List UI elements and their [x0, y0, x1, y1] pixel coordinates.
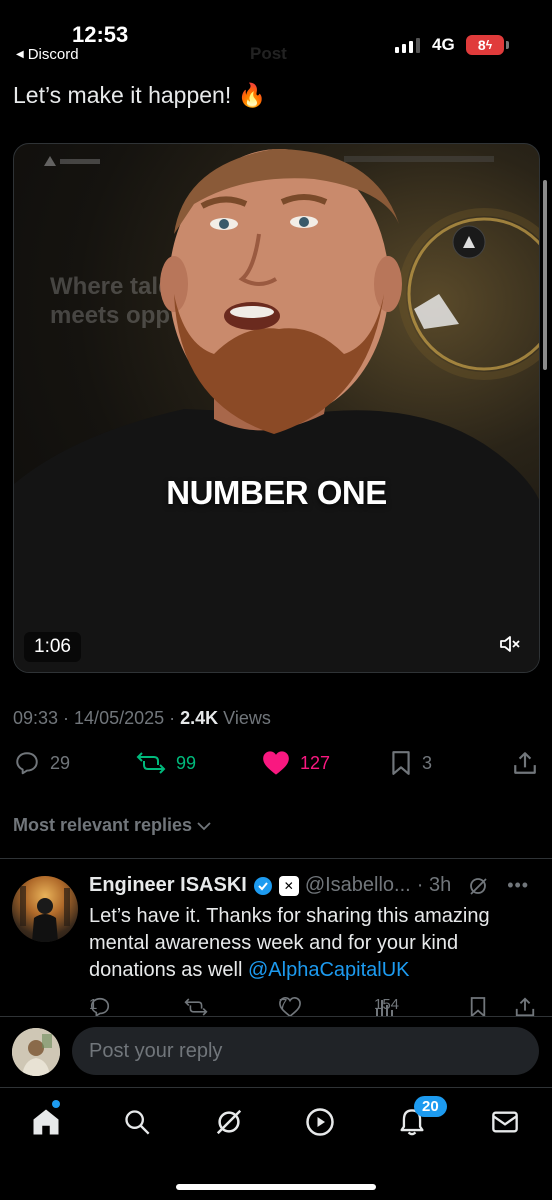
video-player[interactable]: Where tale meets opp NUMBER ONE 1:06	[13, 143, 540, 673]
reply-text: Let’s have it. Thanks for sharing this a…	[89, 905, 490, 981]
reply-count: 29	[50, 752, 71, 773]
tweet-text: Let’s make it happen! 🔥	[13, 82, 267, 108]
home-icon	[33, 1109, 59, 1135]
home-new-indicator	[52, 1100, 60, 1108]
status-time: 12:53	[72, 22, 129, 47]
reply-bookmark-button[interactable]	[469, 996, 487, 1018]
reply-input[interactable]	[72, 1027, 539, 1075]
scrollbar[interactable]	[543, 180, 547, 370]
video-frame-illustration	[14, 149, 539, 672]
video-caption: NUMBER ONE	[166, 474, 387, 511]
divider	[0, 858, 552, 859]
mention-link[interactable]: @AlphaCapitalUK	[248, 959, 410, 981]
reply-header: Engineer ISASKI ✕ @Isabello... · 3h •••	[89, 874, 529, 897]
tweet-meta: 09:33 · 14/05/2025 · 2.4K Views	[13, 708, 271, 729]
share-button[interactable]	[512, 750, 538, 776]
reply-author-name[interactable]: Engineer ISASKI	[89, 874, 247, 897]
bookmark-button[interactable]: 3	[390, 750, 432, 776]
tab-home[interactable]	[26, 1104, 66, 1140]
user-avatar[interactable]	[12, 1028, 60, 1076]
back-triangle-icon: ◀	[16, 49, 24, 60]
grok-icon	[216, 1109, 242, 1135]
repost-icon	[184, 998, 208, 1016]
battery-icon: 8ϟ	[466, 35, 504, 55]
mail-icon	[492, 1111, 518, 1133]
reply-author-handle[interactable]: @Isabello...	[305, 874, 411, 897]
tab-grok[interactable]	[209, 1104, 249, 1140]
notifications-badge: 20	[414, 1096, 447, 1117]
reply-button[interactable]: 29	[14, 750, 70, 776]
reply-like-button[interactable]: 7	[279, 996, 301, 1018]
reply-icon	[16, 752, 38, 775]
heart-icon	[263, 751, 289, 775]
verified-badge-icon	[253, 876, 272, 895]
tweet-actions: 29 99 127 3	[0, 750, 552, 790]
repost-button[interactable]: 99	[136, 750, 196, 776]
repost-count: 99	[176, 752, 197, 773]
repost-icon	[136, 752, 166, 774]
reply-avatar[interactable]	[12, 876, 78, 942]
reply-time: · 3h	[416, 874, 452, 896]
like-button[interactable]: 127	[262, 750, 330, 776]
grok-icon[interactable]	[467, 875, 489, 897]
reply-composer	[0, 1016, 552, 1086]
signal-icon	[395, 38, 420, 53]
like-count: 127	[300, 752, 331, 773]
reply-actions: 1 7 154	[89, 996, 539, 1018]
battery-nub	[506, 41, 509, 49]
play-circle-icon	[306, 1108, 334, 1136]
tab-search[interactable]	[117, 1104, 157, 1140]
views-label: Views	[218, 708, 271, 728]
share-icon	[515, 997, 535, 1017]
reply-share-button[interactable]	[514, 996, 536, 1018]
reply-reply-button[interactable]: 1	[89, 996, 111, 1018]
bookmark-icon	[470, 997, 486, 1018]
speaker-muted-icon[interactable]	[499, 634, 529, 662]
battery-level: 8	[477, 37, 486, 53]
search-icon	[125, 1110, 150, 1135]
tab-messages[interactable]	[485, 1104, 525, 1140]
tab-video[interactable]	[300, 1104, 340, 1140]
back-app-label: Discord	[27, 46, 79, 63]
replies-sort-dropdown[interactable]: Most relevant replies	[13, 815, 212, 836]
network-type: 4G	[432, 35, 455, 54]
back-to-app-link[interactable]: ◀ Discord	[16, 46, 79, 63]
video-duration: 1:06	[24, 632, 81, 662]
home-indicator[interactable]	[176, 1184, 376, 1190]
replies-sort-label: Most relevant replies	[13, 815, 193, 835]
bookmark-icon	[392, 751, 410, 775]
views-count: 2.4K	[180, 708, 219, 728]
reply-views-button[interactable]: 154	[374, 996, 399, 1018]
chevron-down-icon	[197, 821, 211, 830]
bookmark-count: 3	[422, 752, 433, 773]
share-icon	[514, 752, 536, 774]
status-bar: 12:53 ◀ Discord Post 4G 8ϟ	[0, 0, 552, 70]
tweet-timestamp: 09:33 · 14/05/2025 ·	[13, 708, 181, 728]
header-title: Post	[250, 44, 287, 63]
more-options-icon[interactable]: •••	[507, 875, 529, 896]
affiliate-badge-icon: ✕	[278, 875, 299, 896]
reply-repost-button[interactable]	[184, 996, 208, 1018]
